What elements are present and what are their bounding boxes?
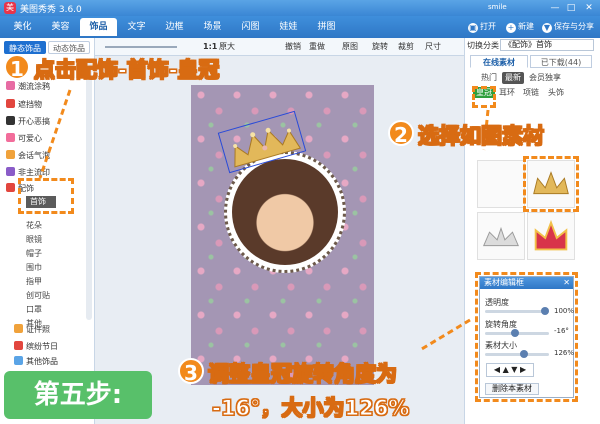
- left-sub-glasses[interactable]: 眼镜: [26, 234, 42, 246]
- undo-button[interactable]: 撤销: [285, 41, 301, 53]
- left-item-other-accessories[interactable]: 其他饰品: [14, 356, 58, 368]
- close-button[interactable]: ✕: [582, 2, 596, 14]
- cat-new[interactable]: 最新: [502, 72, 524, 84]
- tab-downloaded[interactable]: 已下载(44): [530, 55, 592, 68]
- tab-scene[interactable]: 场景: [194, 18, 231, 36]
- minimize-button[interactable]: —: [548, 2, 562, 14]
- step2-text: 选择如图素材: [418, 124, 545, 149]
- funny-icon: [6, 116, 15, 125]
- tab-collage[interactable]: 拼图: [308, 18, 345, 36]
- sub-necklace[interactable]: 项链: [523, 87, 539, 98]
- tab-text[interactable]: 文字: [118, 18, 155, 36]
- idphoto-icon: [14, 324, 23, 333]
- left-item-hearts[interactable]: 可爱心: [6, 133, 42, 145]
- tab-accessories[interactable]: 饰品: [80, 18, 117, 36]
- tab-static-accessories[interactable]: 静态饰品: [4, 41, 46, 54]
- stamp-icon: [6, 167, 15, 176]
- cat-vip[interactable]: 会员独享: [528, 72, 562, 84]
- highlight-crown-tab: [472, 86, 496, 108]
- title-bar: 美 美图秀秀 3.6.0 smile — □ ✕: [0, 0, 600, 16]
- sub-earring[interactable]: 耳环: [499, 87, 515, 98]
- crop-button[interactable]: 裁剪: [398, 41, 414, 53]
- left-sub-scarf[interactable]: 围巾: [26, 262, 42, 274]
- step3-text-line2: -16°，大小为126%: [211, 396, 410, 421]
- portrait: [232, 159, 338, 265]
- left-scrollbar[interactable]: [86, 60, 92, 320]
- step3-number: 3: [178, 358, 204, 385]
- festival-icon: [14, 341, 23, 350]
- bubble-icon: [6, 150, 15, 159]
- zoom-ratio[interactable]: 1:1: [203, 41, 217, 53]
- plus-icon: +: [506, 23, 516, 33]
- tab-beautify[interactable]: 美化: [4, 18, 41, 36]
- material-thumb-1[interactable]: [477, 160, 525, 208]
- rotate-button[interactable]: 旋转: [372, 41, 388, 53]
- step-badge: 第五步:: [4, 371, 152, 419]
- red-crown-icon: [534, 219, 568, 251]
- left-item-bubble[interactable]: 会话气泡: [6, 150, 50, 162]
- step3-text-line1: 调整皇冠旋转角度为: [208, 362, 398, 387]
- highlight-edit-dialog: [475, 272, 578, 402]
- material-thumb-4[interactable]: [527, 212, 575, 260]
- cover-icon: [6, 99, 15, 108]
- left-item-idphoto[interactable]: 证件照: [14, 324, 50, 336]
- original-button[interactable]: 原图: [342, 41, 358, 53]
- save-icon: ▼: [542, 23, 552, 33]
- resize-button[interactable]: 尺寸: [425, 41, 441, 53]
- left-sub-bandaid[interactable]: 创可贴: [26, 290, 50, 302]
- redo-button[interactable]: 重做: [309, 41, 325, 53]
- step1-number: 1: [4, 54, 30, 81]
- zoom-slider[interactable]: [105, 46, 177, 48]
- left-sub-flower[interactable]: 花朵: [26, 220, 42, 232]
- window-title: 美图秀秀 3.6.0: [20, 5, 82, 15]
- material-thumb-3[interactable]: [477, 212, 525, 260]
- highlight-accessory-jewelry: [18, 178, 74, 214]
- accessory-icon: [6, 183, 15, 192]
- left-item-cover[interactable]: 遮挡物: [6, 99, 42, 111]
- user-name[interactable]: smile: [488, 3, 507, 11]
- category-select[interactable]: 《配饰》首饰: [500, 39, 594, 51]
- doodle-icon: [6, 81, 15, 90]
- folder-icon: ▣: [468, 23, 478, 33]
- tab-dynamic-accessories[interactable]: 动态饰品: [48, 41, 90, 54]
- tab-face[interactable]: 美容: [42, 18, 79, 36]
- left-item-funny[interactable]: 开心恶搞: [6, 116, 50, 128]
- save-share-button[interactable]: ▼ 保存与分享: [542, 20, 594, 34]
- original-size-button[interactable]: 原大: [219, 41, 235, 53]
- heart-icon: [6, 133, 15, 142]
- maximize-button[interactable]: □: [564, 2, 578, 14]
- cat-hot[interactable]: 热门: [478, 72, 500, 84]
- sub-headwear[interactable]: 头饰: [548, 87, 564, 98]
- tab-flash[interactable]: 闪图: [232, 18, 269, 36]
- other-accessories-icon: [14, 356, 23, 365]
- step1-text: 点击配饰-首饰-皇冠: [33, 58, 220, 83]
- open-button[interactable]: ▣ 打开: [468, 20, 496, 34]
- step2-number: 2: [388, 120, 414, 147]
- left-sub-nail[interactable]: 指甲: [26, 276, 42, 288]
- app-logo: 美: [4, 2, 16, 14]
- tab-online-materials[interactable]: 在线素材: [470, 55, 528, 68]
- left-sub-mask[interactable]: 口罩: [26, 304, 42, 316]
- left-sub-hat[interactable]: 帽子: [26, 248, 42, 260]
- new-button[interactable]: + 新建: [506, 20, 534, 34]
- silver-crown-icon: [483, 226, 519, 247]
- tab-border[interactable]: 边框: [156, 18, 193, 36]
- main-tab-bar: 美化 美容 饰品 文字 边框 场景 闪图 娃娃 拼图 ▣ 打开 + 新建 ▼ 保存与分…: [0, 16, 600, 38]
- left-item-festival[interactable]: 缤纷节日: [14, 341, 58, 353]
- category-label: 切换分类: [467, 41, 499, 50]
- tab-doll[interactable]: 娃娃: [270, 18, 307, 36]
- highlight-selected-crown: [523, 156, 579, 212]
